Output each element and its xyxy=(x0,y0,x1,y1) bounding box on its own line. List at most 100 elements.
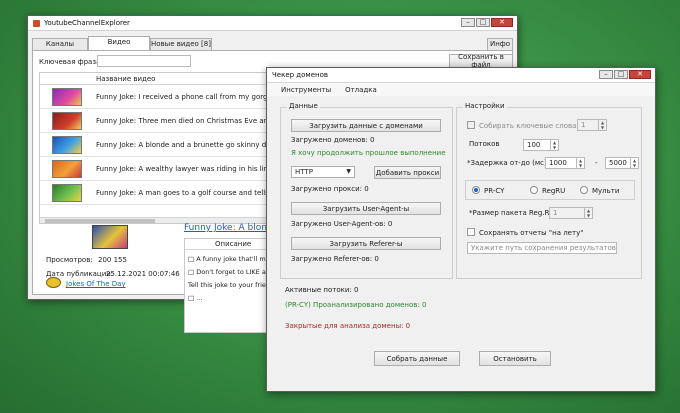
threads-value: 100 xyxy=(527,141,541,149)
close-icon[interactable]: ✕ xyxy=(491,18,513,27)
video-thumbnail xyxy=(52,160,82,178)
tab-new-videos[interactable]: Новые видео [8] xyxy=(150,38,212,50)
close-icon[interactable]: ✕ xyxy=(629,70,651,79)
video-thumbnail xyxy=(52,136,82,154)
table-row[interactable]: Funny Joke: Three men died on Christmas … xyxy=(40,109,270,133)
load-domains-button[interactable]: Загрузить данные с доменами xyxy=(291,119,441,132)
video-row-title: Funny Joke: A wealthy lawyer was riding … xyxy=(96,165,270,173)
main-titlebar[interactable]: YoutubeChannelExplorer xyxy=(28,16,517,31)
video-thumbnail xyxy=(52,88,82,106)
views-value: 200 155 xyxy=(98,256,127,264)
published-value: 25.12.2021 00:07:46 xyxy=(106,270,180,278)
video-grid: Название видео Funny Joke: I received a … xyxy=(39,72,271,224)
app-icon xyxy=(33,19,40,27)
proxy-type-select[interactable]: HTTP ▼ xyxy=(291,166,355,178)
menu-tools[interactable]: Инструменты xyxy=(281,86,331,94)
continue-previous-link[interactable]: Я хочу продолжить прошлое выполнение xyxy=(291,149,446,157)
data-group-title: Данные xyxy=(287,102,320,110)
collect-data-button[interactable]: Собрать данные xyxy=(374,351,460,366)
data-groupbox: Данные Загрузить данные с доменами Загру… xyxy=(280,102,453,279)
video-row-title: Funny Joke: A man goes to a golf course … xyxy=(96,189,270,197)
video-row-title: Funny Joke: Three men died on Christmas … xyxy=(96,117,270,125)
regru-packet-input[interactable]: 1 ▲ ▼ xyxy=(549,207,593,219)
delay-to-value: 5000 xyxy=(609,159,627,167)
main-window-title: YoutubeChannelExplorer xyxy=(44,19,130,27)
active-threads-text: Активные потоки: 0 xyxy=(285,286,359,294)
radio-regru-label: RegRU xyxy=(542,187,566,195)
stepper-icon[interactable]: ▲ ▼ xyxy=(598,120,606,130)
checker-menubar: Инструменты Отладка xyxy=(267,83,655,96)
add-proxy-button[interactable]: Добавить прокси xyxy=(374,166,441,179)
threads-input[interactable]: 100 ▲ ▼ xyxy=(523,139,559,151)
save-path-placeholder: Укажите путь сохранения результатов xyxy=(471,244,616,252)
tab-info[interactable]: Инфо xyxy=(487,38,513,50)
settings-group-title: Настройки xyxy=(463,102,507,110)
video-thumbnail xyxy=(52,184,82,202)
save-path-input[interactable]: Укажите путь сохранения результатов xyxy=(467,242,617,254)
threads-label: Потоков xyxy=(469,140,500,148)
video-row-title: Funny Joke: I received a phone call from… xyxy=(96,93,270,101)
radio-multi-label: Мульти xyxy=(592,187,620,195)
selected-video-thumbnail xyxy=(92,225,128,249)
stepper-icon[interactable]: ▲ ▼ xyxy=(584,208,592,218)
proxy-type-value: HTTP xyxy=(295,168,313,176)
save-reports-label: Сохранять отчеты "на лету" xyxy=(479,229,584,237)
minimize-icon[interactable]: – xyxy=(461,18,475,27)
settings-groupbox: Настройки Собирать ключевые слова 1 ▲ ▼ П… xyxy=(456,102,642,279)
proxies-loaded-text: Загружено прокси: 0 xyxy=(291,185,369,193)
referers-loaded-text: Загружено Referer-ов: 0 xyxy=(291,255,379,263)
maximize-icon[interactable]: □ xyxy=(614,70,628,79)
table-row[interactable]: Funny Joke: A wealthy lawyer was riding … xyxy=(40,157,270,181)
video-row-title: Funny Joke: A blonde and a brunette go s… xyxy=(96,141,270,149)
load-referers-button[interactable]: Загрузить Referer-ы xyxy=(291,237,441,250)
minimize-icon[interactable]: – xyxy=(599,70,613,79)
stepper-icon[interactable]: ▲ ▼ xyxy=(550,140,558,150)
collect-keywords-checkbox[interactable] xyxy=(467,121,475,129)
radio-prcy-label: PR-CY xyxy=(484,187,505,195)
delay-separator: - xyxy=(595,159,598,167)
delay-to-input[interactable]: 5000 ▲ ▼ xyxy=(605,157,639,169)
regru-packet-label: *Размер пакета Reg.Ru xyxy=(469,209,554,217)
checker-window-title: Чекер доменов xyxy=(272,71,329,79)
channel-logo-icon xyxy=(46,277,61,288)
keyword-label: Ключевая фраза: xyxy=(39,58,103,66)
description-panel: Описание □ A funny joke that'll make □ D… xyxy=(184,238,274,333)
radio-prcy[interactable] xyxy=(472,186,480,194)
collect-keywords-value: 1 xyxy=(581,121,586,129)
menu-debug[interactable]: Отладка xyxy=(345,86,377,94)
load-useragents-button[interactable]: Загрузить User-Agent-ы xyxy=(291,202,441,215)
grid-scroll-thumb[interactable] xyxy=(45,219,155,223)
regru-packet-value: 1 xyxy=(553,209,558,217)
checker-titlebar[interactable]: Чекер доменов xyxy=(267,68,655,83)
channel-link[interactable]: Jokes Of The Day xyxy=(66,280,126,288)
keyword-input[interactable] xyxy=(97,55,191,67)
description-line: Tell this joke to your friend xyxy=(188,281,274,289)
maximize-icon[interactable]: □ xyxy=(476,18,490,27)
source-radio-group: PR-CY RegRU Мульти xyxy=(465,180,635,200)
delay-from-value: 1000 xyxy=(549,159,567,167)
radio-regru[interactable] xyxy=(530,186,538,194)
description-header: Описание xyxy=(185,239,273,250)
collect-keywords-input[interactable]: 1 ▲ ▼ xyxy=(577,119,607,131)
table-row[interactable]: Funny Joke: A blonde and a brunette go s… xyxy=(40,133,270,157)
views-label: Просмотров: xyxy=(46,256,93,264)
main-tabs: Каналы Видео Новые видео [8] Инфо xyxy=(32,36,513,50)
description-line: □ Don't forget to LIKE and xyxy=(188,268,274,276)
table-row[interactable]: Funny Joke: A man goes to a golf course … xyxy=(40,181,270,205)
save-reports-checkbox[interactable] xyxy=(467,228,475,236)
save-to-file-button[interactable]: Сохранить в файл xyxy=(449,53,513,69)
analyzed-domains-text: (PR-CY) Проанализировано доменов: 0 xyxy=(285,301,427,309)
grid-header: Название видео xyxy=(40,73,270,85)
video-thumbnail xyxy=(52,112,82,130)
tab-video[interactable]: Видео xyxy=(88,36,150,50)
stepper-icon[interactable]: ▲ ▼ xyxy=(576,158,584,168)
domains-loaded-text: Загружено доменов: 0 xyxy=(291,136,375,144)
table-row[interactable]: Funny Joke: I received a phone call from… xyxy=(40,85,270,109)
stop-button[interactable]: Остановить xyxy=(479,351,551,366)
delay-from-input[interactable]: 1000 ▲ ▼ xyxy=(545,157,585,169)
radio-multi[interactable] xyxy=(580,186,588,194)
stepper-icon[interactable]: ▲ ▼ xyxy=(630,158,638,168)
delay-label: *Задержка от-до (мс) xyxy=(467,159,547,167)
tab-channels[interactable]: Каналы xyxy=(32,38,88,50)
main-window-controls: – □ ✕ xyxy=(461,18,513,27)
